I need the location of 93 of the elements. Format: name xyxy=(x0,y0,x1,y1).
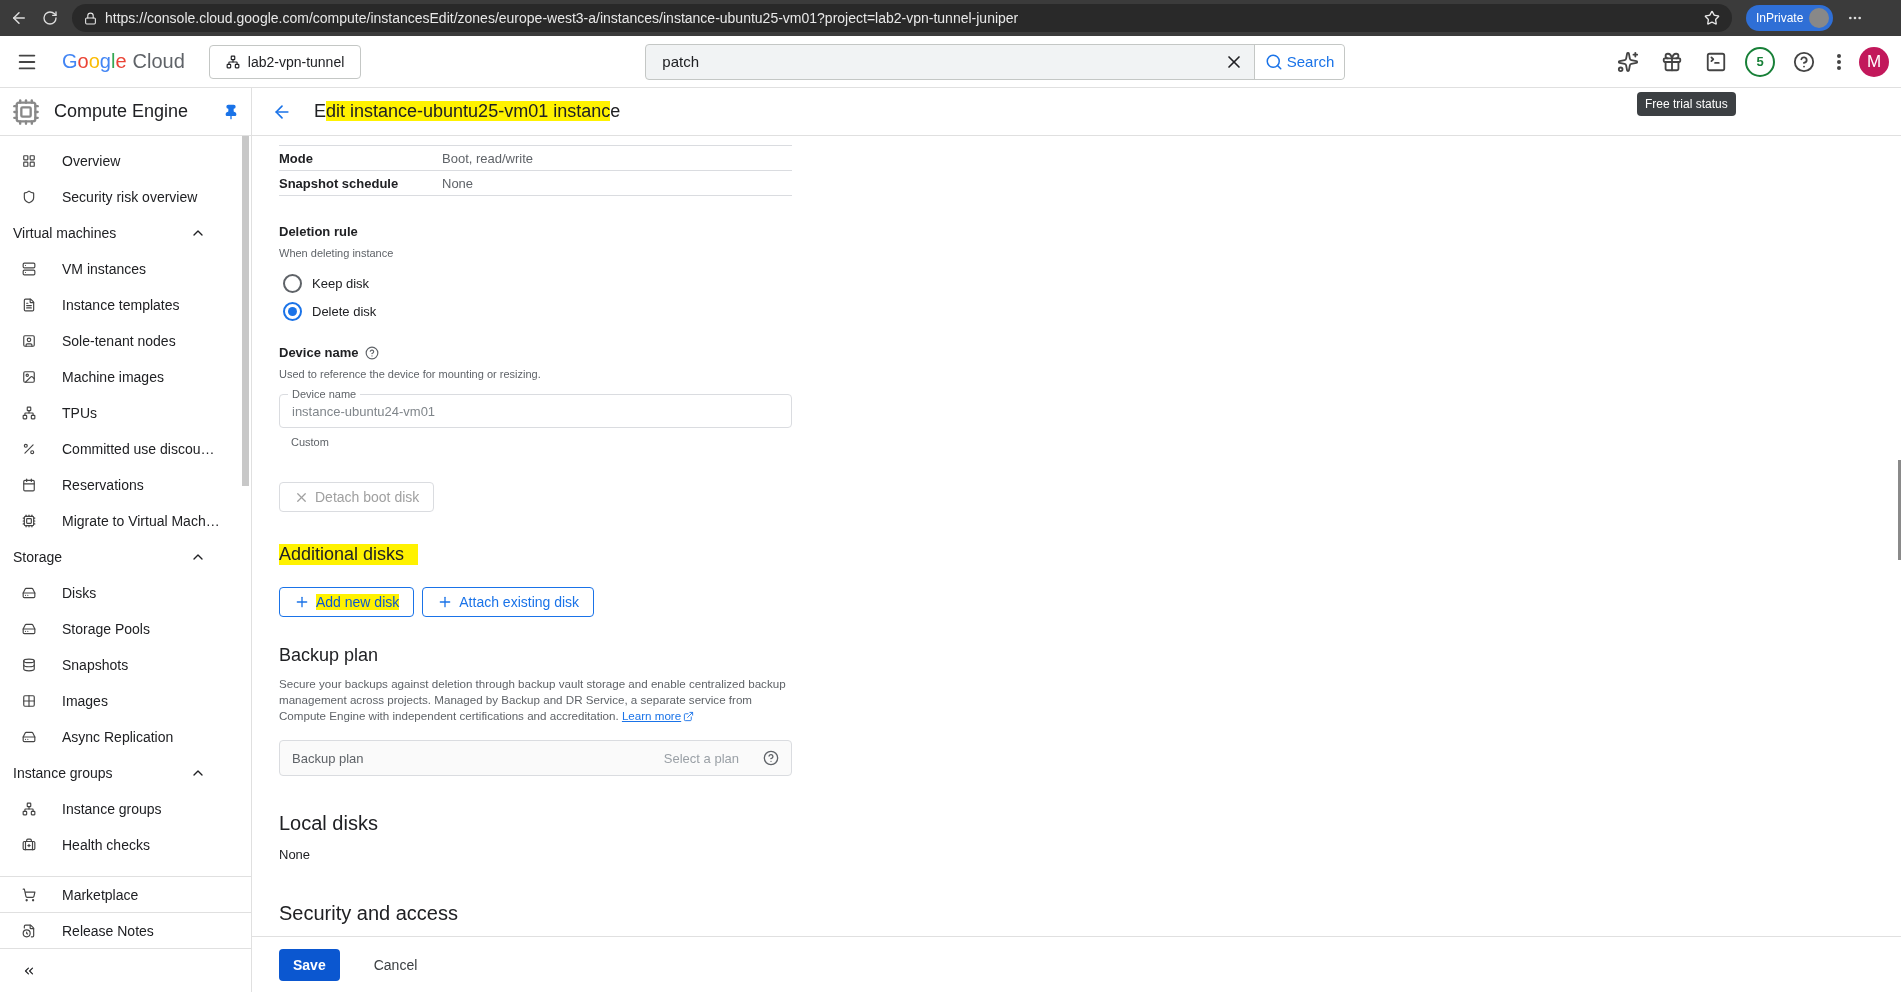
network-icon xyxy=(22,406,36,420)
sidebar-item[interactable]: Migrate to Virtual Mach… xyxy=(0,503,240,539)
sidebar-item[interactable]: Storage Pools xyxy=(0,611,240,647)
section-header[interactable]: Storage xyxy=(0,539,240,575)
more-icon xyxy=(1837,53,1841,70)
database-icon xyxy=(22,658,36,672)
learn-more-link[interactable]: Learn more xyxy=(621,708,695,724)
helper-text: Custom xyxy=(291,436,330,448)
sidebar-item[interactable]: Release Notes xyxy=(0,912,251,948)
percent-icon xyxy=(22,442,36,456)
description-text: Secure your backups against deletion through backup vault storage and enable centralized backup management across projects. Managed by Backup and DR Service, a separate service from Compute Engine with independent certifications and accreditation. Learn more xyxy=(279,676,787,724)
server-icon xyxy=(22,262,36,276)
grid-icon xyxy=(22,154,36,168)
chip-icon xyxy=(22,514,36,528)
row-label: Mode xyxy=(279,150,314,166)
add-disk-button[interactable]: Attach existing disk xyxy=(422,587,595,617)
image-icon xyxy=(22,370,36,384)
address-bar[interactable]: https://console.cloud.google.com/compute/instancesEdit/zones/europe-west3-a/instances/instance-ubuntu25-vm01?project=lab2-vpn-tunnel-juniper xyxy=(72,4,1732,32)
account-avatar[interactable]: M xyxy=(1859,46,1889,77)
reload-icon[interactable] xyxy=(42,10,58,26)
section-heading: Additional disks xyxy=(279,544,419,565)
network-icon xyxy=(225,54,240,69)
pin-icon[interactable] xyxy=(223,103,239,120)
document-icon xyxy=(22,298,36,312)
section-header[interactable]: Virtual machines xyxy=(0,215,240,251)
person-card-icon xyxy=(22,334,36,348)
help-icon[interactable] xyxy=(763,750,779,766)
sparkle-icon xyxy=(1617,50,1639,73)
backup-plan-select[interactable]: Backup plan Select a plan xyxy=(279,740,792,776)
terminal-icon xyxy=(1705,50,1727,73)
plus-icon xyxy=(294,594,310,610)
sidebar-item[interactable]: Sole-tenant nodes xyxy=(0,323,240,359)
help-icon xyxy=(1793,50,1815,73)
search-field[interactable]: patch Search xyxy=(645,43,1346,80)
select-placeholder: Select a plan xyxy=(663,750,739,766)
sidebar-item[interactable]: Machine images xyxy=(0,359,240,395)
sidebar-item[interactable]: TPUs xyxy=(0,395,240,431)
google-cloud-logo: Google Cloud xyxy=(62,50,185,73)
shield-icon xyxy=(22,190,36,204)
cancel-button[interactable]: Cancel xyxy=(359,948,432,981)
sidebar-item[interactable]: Health checks xyxy=(0,827,240,863)
field-label: Device name xyxy=(288,388,361,400)
network-icon xyxy=(22,802,36,816)
url-text: https://console.cloud.google.com/compute/instancesEdit/zones/europe-west3-a/instances/instance-ubuntu25-vm01?project=lab2-vpn-tunnel-juniper xyxy=(105,10,1019,26)
section-heading: Local disks xyxy=(279,812,378,835)
external-link-icon xyxy=(683,710,695,722)
sidebar-item[interactable]: Committed use discou… xyxy=(0,431,240,467)
hint-text: Used to reference the device for mounting or resizing. xyxy=(279,368,542,380)
avatar-icon xyxy=(1809,8,1830,28)
value-text: None xyxy=(279,847,312,862)
section-heading: Security and access xyxy=(279,902,458,925)
section-label: Device name xyxy=(279,345,359,360)
help-icon[interactable] xyxy=(364,345,379,360)
search-button[interactable]: Search xyxy=(1253,44,1345,79)
notification-count[interactable]: 5 xyxy=(1745,46,1775,77)
sidebar-item[interactable]: Instance groups xyxy=(0,791,240,827)
section-heading: Backup plan xyxy=(279,645,379,666)
sidebar-item[interactable]: Snapshots xyxy=(0,647,240,683)
section-header[interactable]: Instance groups xyxy=(0,755,240,791)
cart-icon xyxy=(22,887,36,902)
back-icon[interactable] xyxy=(10,9,28,27)
field-label: Backup plan xyxy=(292,750,364,766)
chip-icon xyxy=(12,97,40,126)
grid-icon xyxy=(22,694,36,708)
row-label: Snapshot schedule xyxy=(279,175,400,191)
project-picker[interactable]: lab2-vpn-tunnel xyxy=(208,44,362,79)
sidebar-item[interactable]: Disks xyxy=(0,575,240,611)
medical-case-icon xyxy=(22,838,36,852)
sidebar-item[interactable]: Async Replication xyxy=(0,719,240,755)
star-icon[interactable] xyxy=(1704,10,1720,26)
tooltip: Free trial status xyxy=(1637,92,1736,116)
sidebar-item[interactable]: Images xyxy=(0,683,240,719)
sidebar-item[interactable]: Instance templates xyxy=(0,287,240,323)
calendar-icon xyxy=(22,478,36,492)
hint-text: When deleting instance xyxy=(279,247,395,259)
gift-icon xyxy=(1661,50,1683,73)
profile-button[interactable]: InPrivate xyxy=(1746,5,1834,31)
sidebar-item[interactable]: Marketplace xyxy=(0,876,251,912)
row-value: Boot, read/write xyxy=(442,150,535,166)
sidebar-item[interactable]: Overview xyxy=(0,143,240,179)
sidebar-item[interactable]: VM instances xyxy=(0,251,240,287)
lock-icon xyxy=(84,11,97,25)
sidebar-item[interactable]: Reservations xyxy=(0,467,240,503)
radio-option[interactable]: Keep disk xyxy=(283,269,792,297)
save-button[interactable]: Save xyxy=(279,948,340,981)
product-title: Compute Engine xyxy=(54,101,190,122)
document-icon xyxy=(22,923,36,938)
row-value: None xyxy=(442,175,475,191)
search-icon xyxy=(1264,52,1283,71)
section-label: Deletion rule xyxy=(279,224,359,239)
sidebar-item[interactable]: Security risk overview xyxy=(0,179,240,215)
radio-option[interactable]: Delete disk xyxy=(283,297,792,325)
add-disk-button[interactable]: Add new disk xyxy=(279,587,415,617)
